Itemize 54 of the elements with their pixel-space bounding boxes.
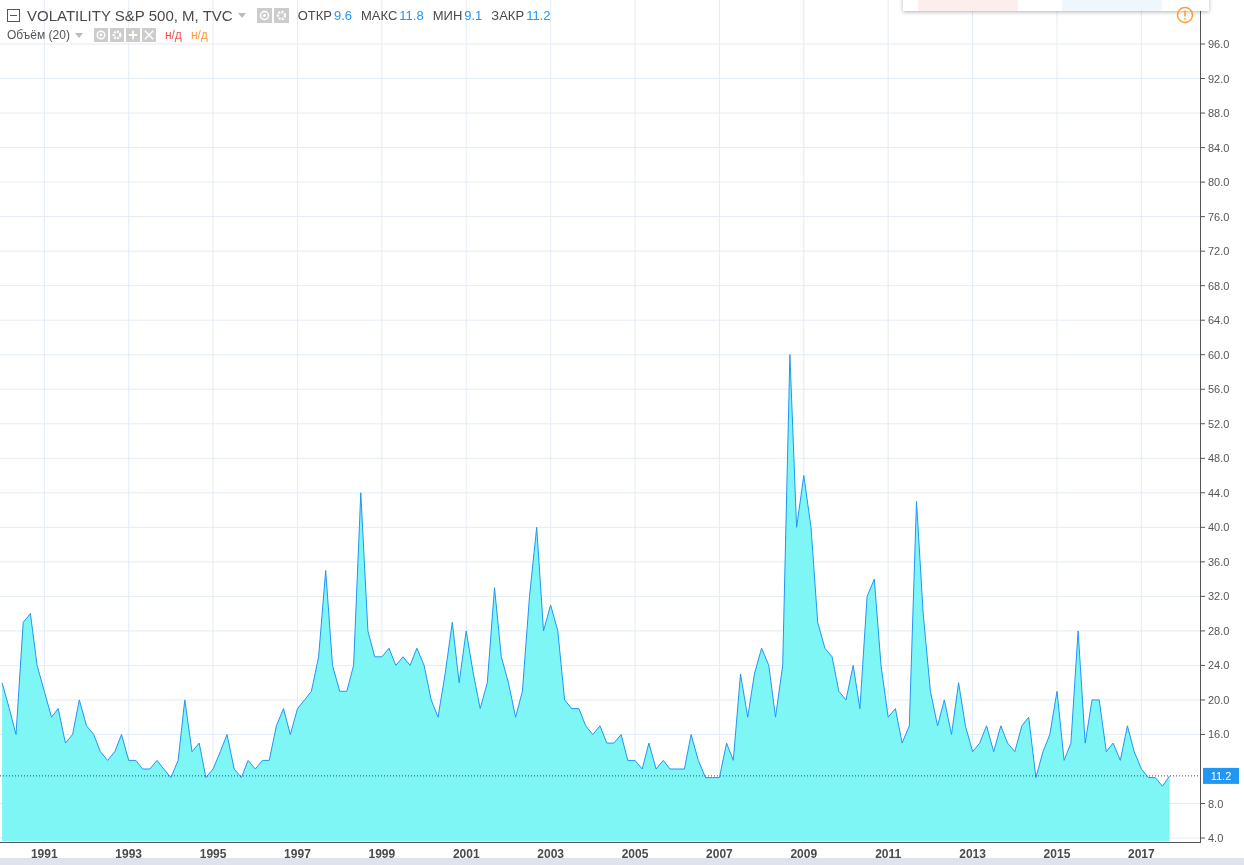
ref-line-label: 11.2 [1210, 770, 1232, 783]
axis-label: 40.0 [1208, 521, 1230, 534]
series-title: VOLATILITY S&P 500, M, TVC [27, 7, 233, 24]
axis-label: 1997 [284, 847, 311, 858]
axis-label: 2009 [790, 847, 818, 858]
indicator-value: н/д [164, 28, 182, 42]
axis-label: 2017 [1128, 847, 1155, 858]
axis-label: 64.0 [1208, 314, 1230, 327]
indicator-value: н/д [190, 28, 208, 42]
axis-label: 48.0 [1208, 452, 1230, 465]
caret-icon[interactable] [74, 32, 83, 38]
axis-label: 84.0 [1208, 141, 1230, 154]
axis-label: 68.0 [1208, 279, 1230, 292]
axis-label: 2011 [875, 847, 902, 858]
axis-label: 1999 [368, 847, 396, 858]
stat-label: МИН [432, 8, 463, 23]
collapse-icon[interactable] [7, 9, 20, 22]
axis-label: 80.0 [1208, 176, 1230, 189]
axis-label: 2001 [452, 847, 480, 858]
axis-label: 2015 [1043, 847, 1071, 858]
axis-label: 2007 [706, 847, 733, 858]
axis-label: 32.0 [1208, 590, 1230, 603]
axis-label: 24.0 [1208, 659, 1230, 672]
axis-label: 1993 [115, 847, 143, 858]
axis-label: 56.0 [1208, 383, 1230, 396]
axis-label: 76.0 [1208, 210, 1230, 223]
axis-label: 1995 [199, 847, 227, 858]
axis-label: 28.0 [1208, 624, 1230, 637]
stat-label: ЗАКР [491, 8, 525, 23]
axis-label: 52.0 [1208, 417, 1230, 430]
indicator-title: Объём (20) [7, 28, 70, 42]
axis-label: 2013 [959, 847, 986, 858]
axis-label: 36.0 [1208, 555, 1230, 568]
stat-label: МАКС [361, 8, 398, 23]
stat-label: ОТКР [297, 8, 332, 23]
stat-value: 11.8 [399, 8, 424, 23]
caret-icon[interactable] [237, 13, 246, 18]
warning-icon[interactable] [1176, 6, 1194, 24]
axis-label: 88.0 [1208, 107, 1230, 120]
axis-label: 60.0 [1208, 348, 1230, 361]
axis-label: 44.0 [1208, 486, 1230, 499]
axis-label: 92.0 [1208, 72, 1230, 85]
axis-label: 20.0 [1208, 693, 1230, 706]
axis-label: 2003 [537, 847, 564, 858]
axis-label: 16.0 [1208, 728, 1230, 741]
axis-label: 2005 [621, 847, 649, 858]
axis-label: 72.0 [1208, 245, 1230, 258]
axis-label: 96.0 [1208, 38, 1230, 50]
stat-value: 11.2 [526, 8, 551, 23]
stat-value: 9.1 [464, 8, 483, 23]
axis-label: 1991 [30, 847, 58, 858]
axis-label: 8.0 [1208, 797, 1224, 810]
axis-label: 4.0 [1208, 832, 1224, 845]
stat-value: 9.6 [333, 8, 353, 23]
